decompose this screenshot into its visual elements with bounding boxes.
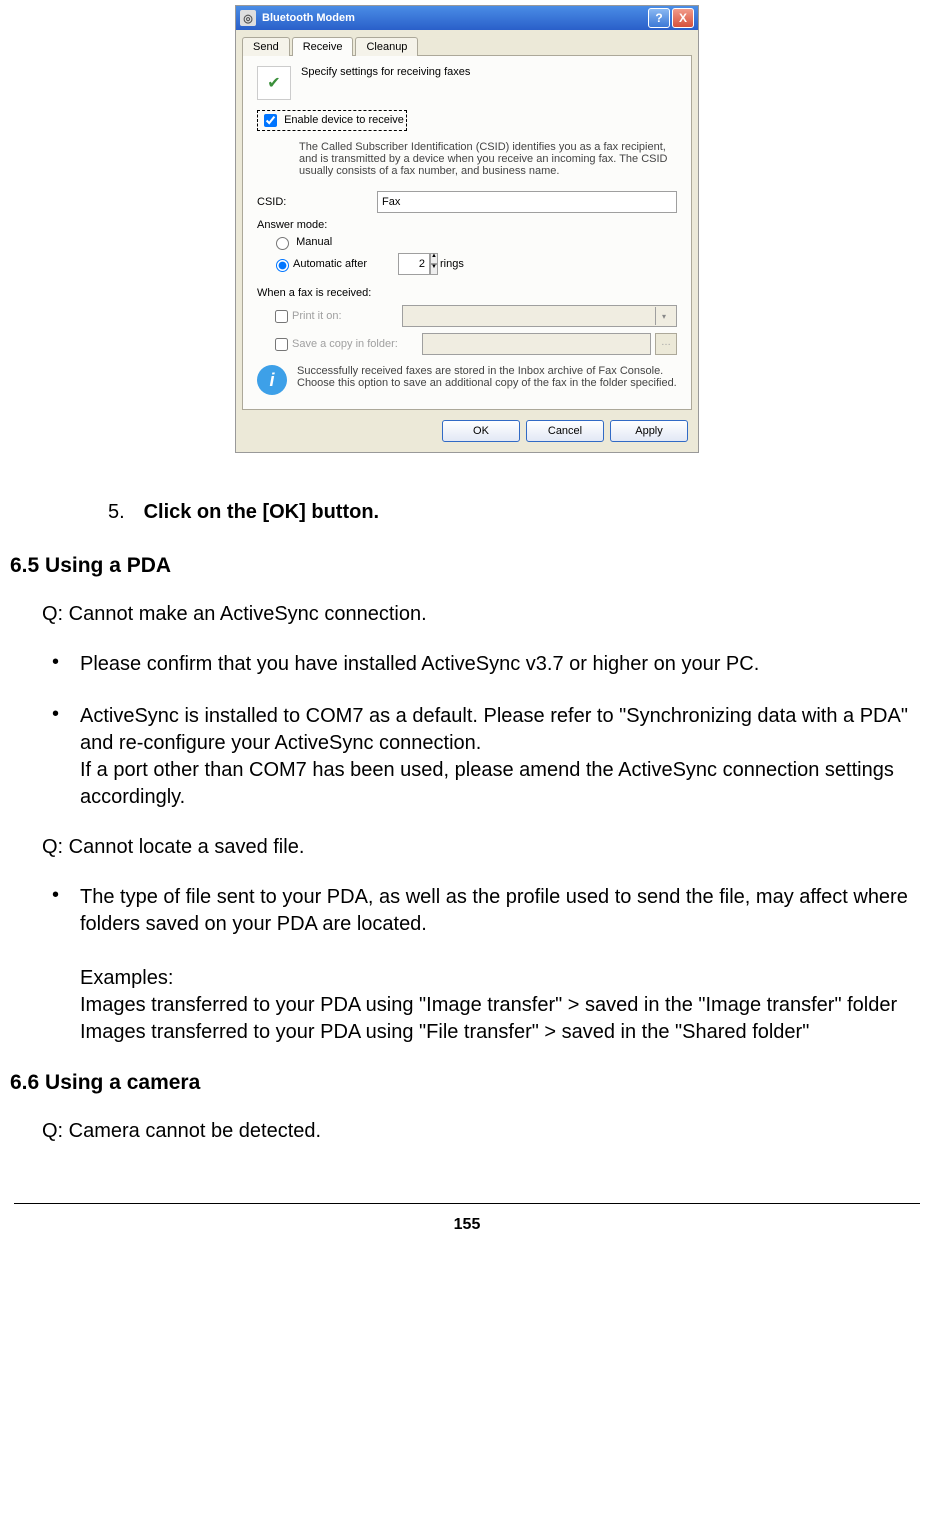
manual-label: Manual [296,236,332,248]
csid-description: The Called Subscriber Identification (CS… [299,141,677,177]
rings-label: rings [440,258,464,270]
page-number: 155 [14,1203,920,1246]
heading-6-6: 6.6 Using a camera [10,1071,924,1095]
rings-spinner[interactable]: ▲▼ [398,253,434,275]
csid-label: CSID: [257,196,377,208]
info-icon: i [257,365,287,395]
question-activesync: Q: Cannot make an ActiveSync connection. [42,603,924,626]
question-camera: Q: Camera cannot be detected. [42,1120,924,1143]
when-received-label: When a fax is received: [257,287,677,299]
system-icon: ◎ [240,10,256,26]
print-it-on-label: Print it on: [292,310,402,322]
enable-device-label: Enable device to receive [284,114,404,126]
bullet-icon: • [52,884,80,1046]
manual-radio[interactable] [276,237,289,250]
step-number: 5. [108,501,138,524]
answer-mode-label: Answer mode: [257,219,677,231]
save-copy-label: Save a copy in folder: [292,338,422,350]
rings-input[interactable] [398,253,430,275]
save-copy-checkbox[interactable] [275,338,288,351]
bullet-text: Please confirm that you have installed A… [80,651,924,678]
print-dropdown-arrow-icon: ▾ [655,307,672,325]
apply-button[interactable]: Apply [610,420,688,442]
csid-input[interactable] [377,191,677,213]
dialog-figure: ◎ Bluetooth Modem ? X Send Receive Clean… [0,0,934,471]
close-button[interactable]: X [672,8,694,28]
document-body: 5. Click on the [OK] button. 6.5 Using a… [0,501,934,1143]
bullet-icon: • [52,703,80,811]
heading-6-5: 6.5 Using a PDA [10,554,924,578]
tab-cleanup[interactable]: Cleanup [355,37,418,56]
bluetooth-modem-dialog: ◎ Bluetooth Modem ? X Send Receive Clean… [235,5,699,453]
fax-icon: ✔ [257,66,291,100]
automatic-label: Automatic after [293,258,398,270]
automatic-radio[interactable] [276,259,289,272]
bullet-text: ActiveSync is installed to COM7 as a def… [80,703,924,811]
cancel-button[interactable]: Cancel [526,420,604,442]
tab-send[interactable]: Send [242,37,290,56]
pane-header: Specify settings for receiving faxes [301,66,470,78]
question-saved-file: Q: Cannot locate a saved file. [42,836,924,859]
tabstrip: Send Receive Cleanup [236,30,698,55]
bullet-icon: • [52,651,80,678]
browse-button[interactable]: … [655,333,677,355]
tab-receive[interactable]: Receive [292,37,354,56]
bullet-text: The type of file sent to your PDA, as we… [80,884,924,1046]
titlebar: ◎ Bluetooth Modem ? X [236,6,698,30]
tab-pane-receive: ✔ Specify settings for receiving faxes E… [242,55,692,410]
enable-device-checkbox[interactable] [264,114,277,127]
print-it-on-checkbox[interactable] [275,310,288,323]
help-button[interactable]: ? [648,8,670,28]
step-text: Click on the [OK] button. [144,501,380,523]
info-text: Successfully received faxes are stored i… [297,365,677,389]
ok-button[interactable]: OK [442,420,520,442]
window-title: Bluetooth Modem [262,12,646,24]
